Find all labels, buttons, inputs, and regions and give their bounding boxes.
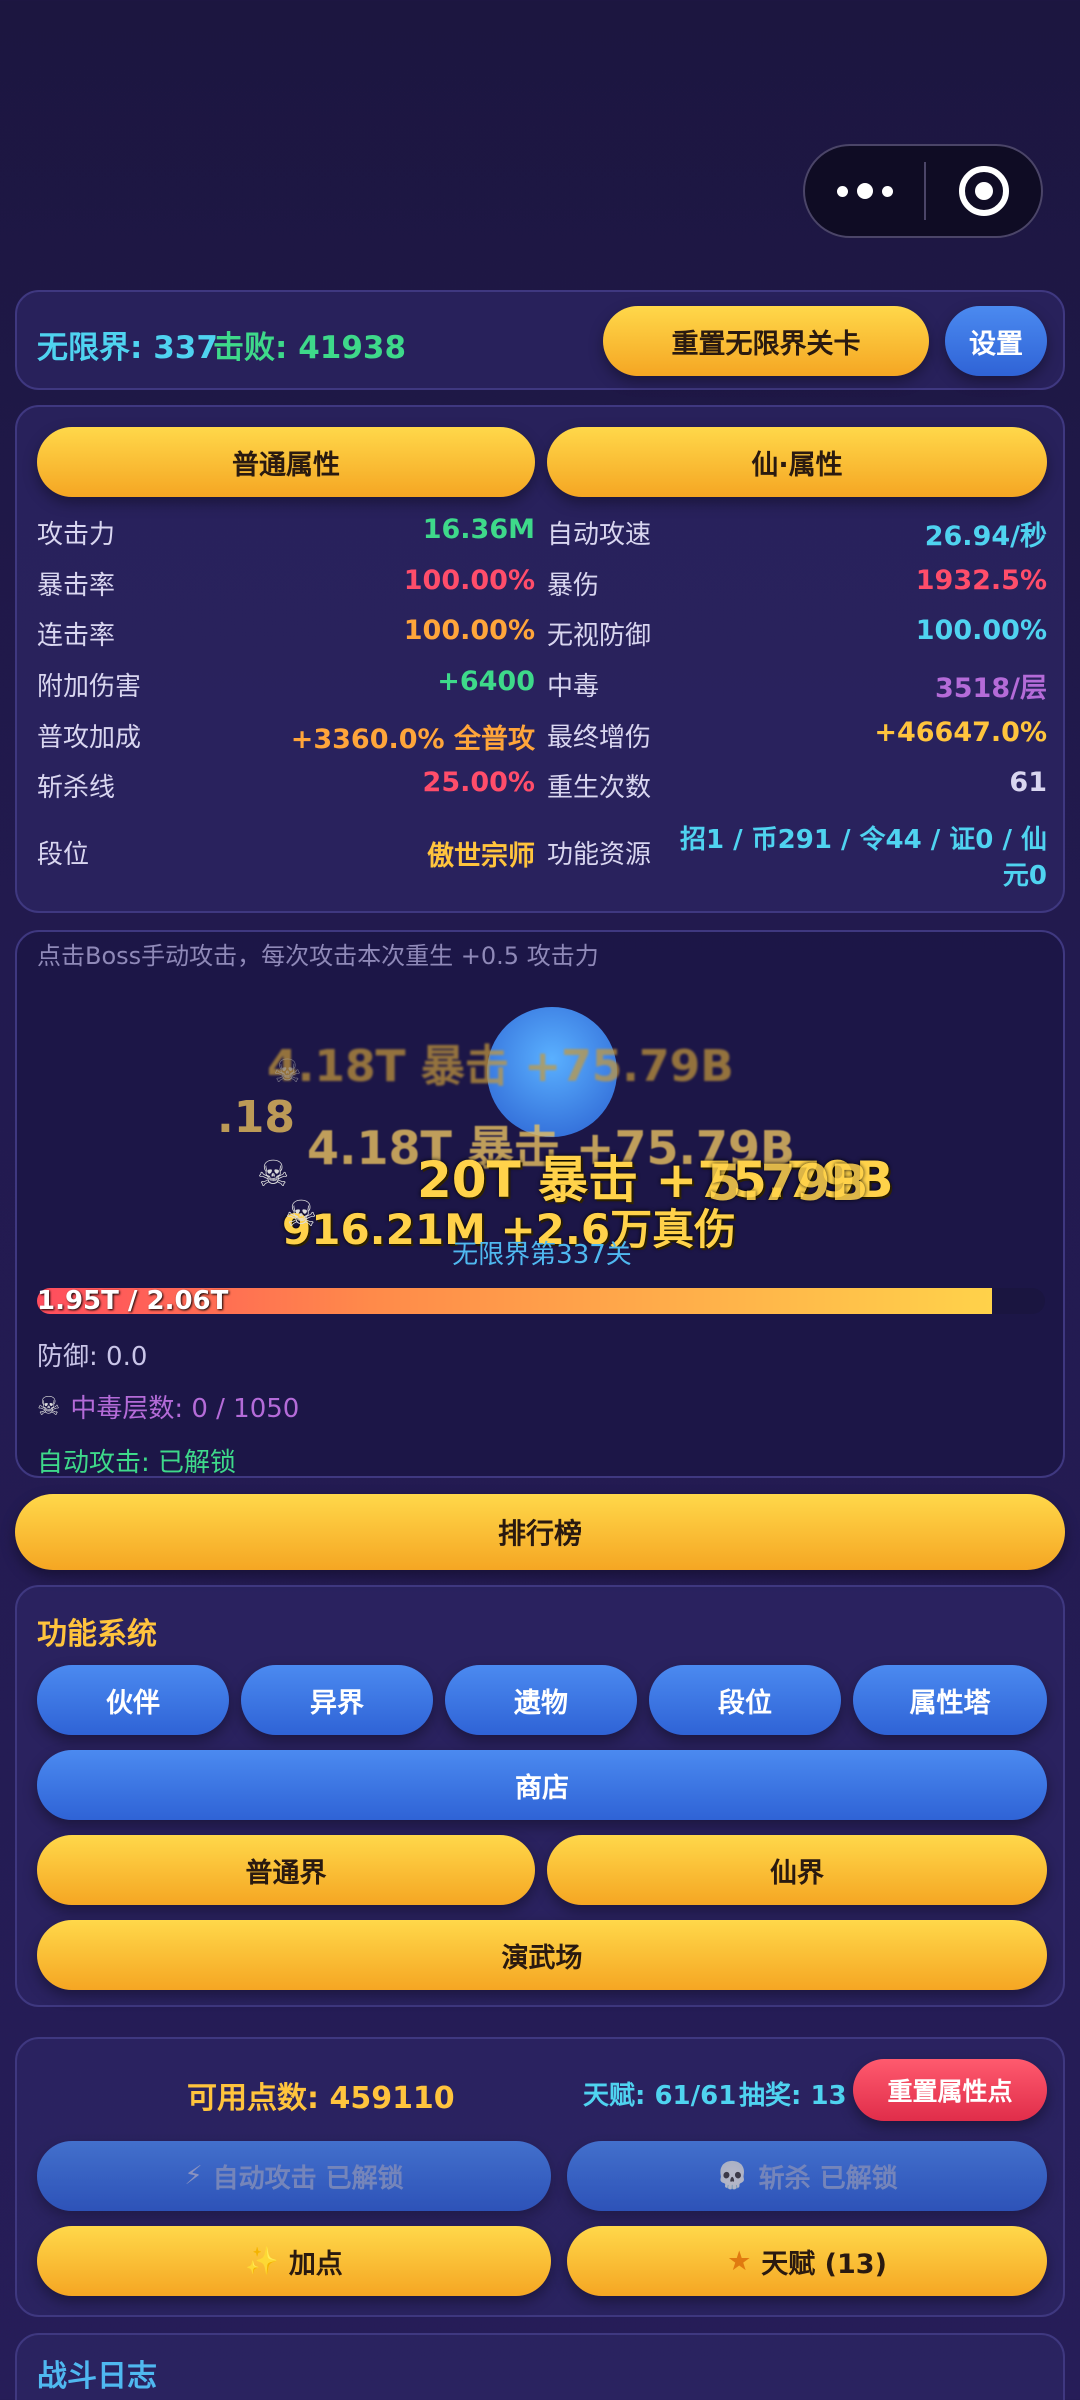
attributes-panel: 普通属性 仙·属性 攻击力 16.36M 暴击率 100.00% 连击率 100.00% 附…	[15, 405, 1065, 913]
stat-value: 26.94/秒	[924, 521, 1047, 552]
boss-defense: 防御: 0.0	[37, 1342, 148, 1372]
attribute-tower-button[interactable]: 属性塔	[853, 1665, 1047, 1735]
poison-stacks: 中毒层数: 0 / 1050	[70, 1394, 300, 1424]
reset-level-button[interactable]: 重置无限界关卡	[603, 306, 929, 376]
settings-button[interactable]: 设置	[945, 306, 1047, 376]
rank-button[interactable]: 段位	[649, 1665, 841, 1735]
stat-value: 100.00%	[403, 615, 535, 646]
normal-realm-button[interactable]: 普通界	[37, 1835, 535, 1905]
poison-stacks-row: ☠ 中毒层数: 0 / 1050	[37, 1388, 299, 1425]
resources-value-line2: 元0	[1002, 861, 1047, 891]
battle-log-title: 战斗日志	[37, 2359, 157, 2394]
add-point-label: 加点	[288, 2248, 343, 2280]
leaderboard-button[interactable]: 排行榜	[15, 1494, 1065, 1570]
mini-program-capsule	[803, 144, 1043, 238]
stat-label: 段位	[37, 840, 90, 870]
sparkle-icon: ✨	[245, 2246, 279, 2277]
stat-label: 功能资源	[547, 840, 652, 870]
damage-text: .18	[217, 1092, 295, 1143]
damage-text: 4.18T 暴击 +75.79B	[267, 1041, 734, 1092]
kills-label: 击败: 41938	[213, 330, 407, 366]
stat-value: 100.00%	[403, 565, 535, 596]
functions-panel: 功能系统 伙伴 异界 遗物 段位 属性塔 商店 普通界 仙界 演武场	[15, 1585, 1065, 2007]
auto-attack-unlocked-button[interactable]: ⚡ 自动攻击 已解锁	[37, 2141, 551, 2211]
stat-label: 暴伤	[547, 571, 600, 601]
add-point-button[interactable]: ✨ 加点	[37, 2226, 551, 2296]
stat-label: 暴击率	[37, 571, 116, 601]
immortal-realm-button[interactable]: 仙界	[547, 1835, 1047, 1905]
stat-value: 25.00%	[422, 767, 535, 798]
shop-button[interactable]: 商店	[37, 1750, 1047, 1820]
stat-label: 斩杀线	[37, 773, 116, 803]
poison-skull-icon: ☠	[37, 1391, 61, 1422]
arena-button[interactable]: 演武场	[37, 1920, 1047, 1990]
stat-label: 连击率	[37, 621, 116, 651]
close-target-icon[interactable]	[926, 166, 1041, 216]
stat-label: 攻击力	[37, 520, 116, 550]
stat-value: +6400	[437, 666, 535, 697]
auto-attack-label: 自动攻击 已解锁	[212, 2163, 404, 2194]
stat-value: +46647.0%	[874, 717, 1047, 748]
available-points: 可用点数: 459110	[187, 2081, 455, 2116]
skull-icon: 💀	[716, 2161, 749, 2191]
tab-immortal-attributes[interactable]: 仙·属性	[547, 427, 1047, 497]
talent-label: 天赋 (13)	[761, 2248, 887, 2280]
tab-normal-attributes[interactable]: 普通属性	[37, 427, 535, 497]
stat-label: 中毒	[547, 672, 600, 702]
poison-skull-icon: ☠	[257, 1154, 290, 1195]
stat-label: 附加伤害	[37, 672, 142, 702]
poison-skull-icon: ☠	[273, 1052, 302, 1090]
stat-label: 自动攻速	[547, 520, 652, 550]
stat-value: 16.36M	[422, 514, 535, 545]
lottery-count: 抽奖: 13	[739, 2081, 847, 2111]
points-panel: 可用点数: 459110 天赋: 61/61 抽奖: 13 重置属性点 ⚡ 自动…	[15, 2037, 1065, 2317]
battle-log-panel: 战斗日志	[15, 2333, 1065, 2400]
more-dots-icon[interactable]	[805, 183, 924, 199]
stat-value: +3360.0% 全普攻	[290, 724, 535, 755]
stat-label: 普攻加成	[37, 723, 142, 753]
partner-button[interactable]: 伙伴	[37, 1665, 229, 1735]
stat-value: 61	[1009, 767, 1047, 798]
talent-button[interactable]: ★ 天赋 (13)	[567, 2226, 1047, 2296]
stat-value: 傲世宗师	[427, 841, 535, 872]
lightning-icon: ⚡	[184, 2161, 203, 2191]
star-icon: ★	[727, 2245, 752, 2277]
poison-skull-icon: ☠	[285, 1194, 318, 1235]
stat-label: 无视防御	[547, 621, 652, 651]
battle-panel: 点击Boss手动攻击，每次攻击本次重生 +0.5 攻击力 4.18T 暴击 +7…	[15, 930, 1065, 1478]
resources-value-line1: 招1 / 币291 / 令44 / 证0 / 仙	[679, 825, 1047, 855]
functions-title: 功能系统	[37, 1617, 157, 1652]
talent-count: 天赋: 61/61	[583, 2081, 737, 2111]
execute-label: 斩杀 已解锁	[758, 2163, 898, 2194]
stat-value: 100.00%	[915, 615, 1047, 646]
boss-hp-text: 1.95T / 2.06T	[37, 1286, 229, 1316]
stat-label: 重生次数	[547, 773, 652, 803]
level-label: 无限界: 337	[37, 330, 218, 366]
otherworld-button[interactable]: 异界	[241, 1665, 433, 1735]
level-bar: 无限界: 337 击败: 41938 重置无限界关卡 设置	[15, 290, 1065, 390]
stage-name: 无限界第337关	[452, 1240, 632, 1270]
stat-value: 3518/层	[934, 673, 1047, 704]
stat-value: 1932.5%	[915, 565, 1047, 596]
stat-label: 最终增伤	[547, 723, 652, 753]
execute-unlocked-button[interactable]: 💀 斩杀 已解锁	[567, 2141, 1047, 2211]
battle-hint: 点击Boss手动攻击，每次攻击本次重生 +0.5 攻击力	[37, 942, 599, 970]
relics-button[interactable]: 遗物	[445, 1665, 637, 1735]
auto-attack-status: 自动攻击: 已解锁	[37, 1448, 237, 1478]
reset-points-button[interactable]: 重置属性点	[853, 2059, 1047, 2121]
